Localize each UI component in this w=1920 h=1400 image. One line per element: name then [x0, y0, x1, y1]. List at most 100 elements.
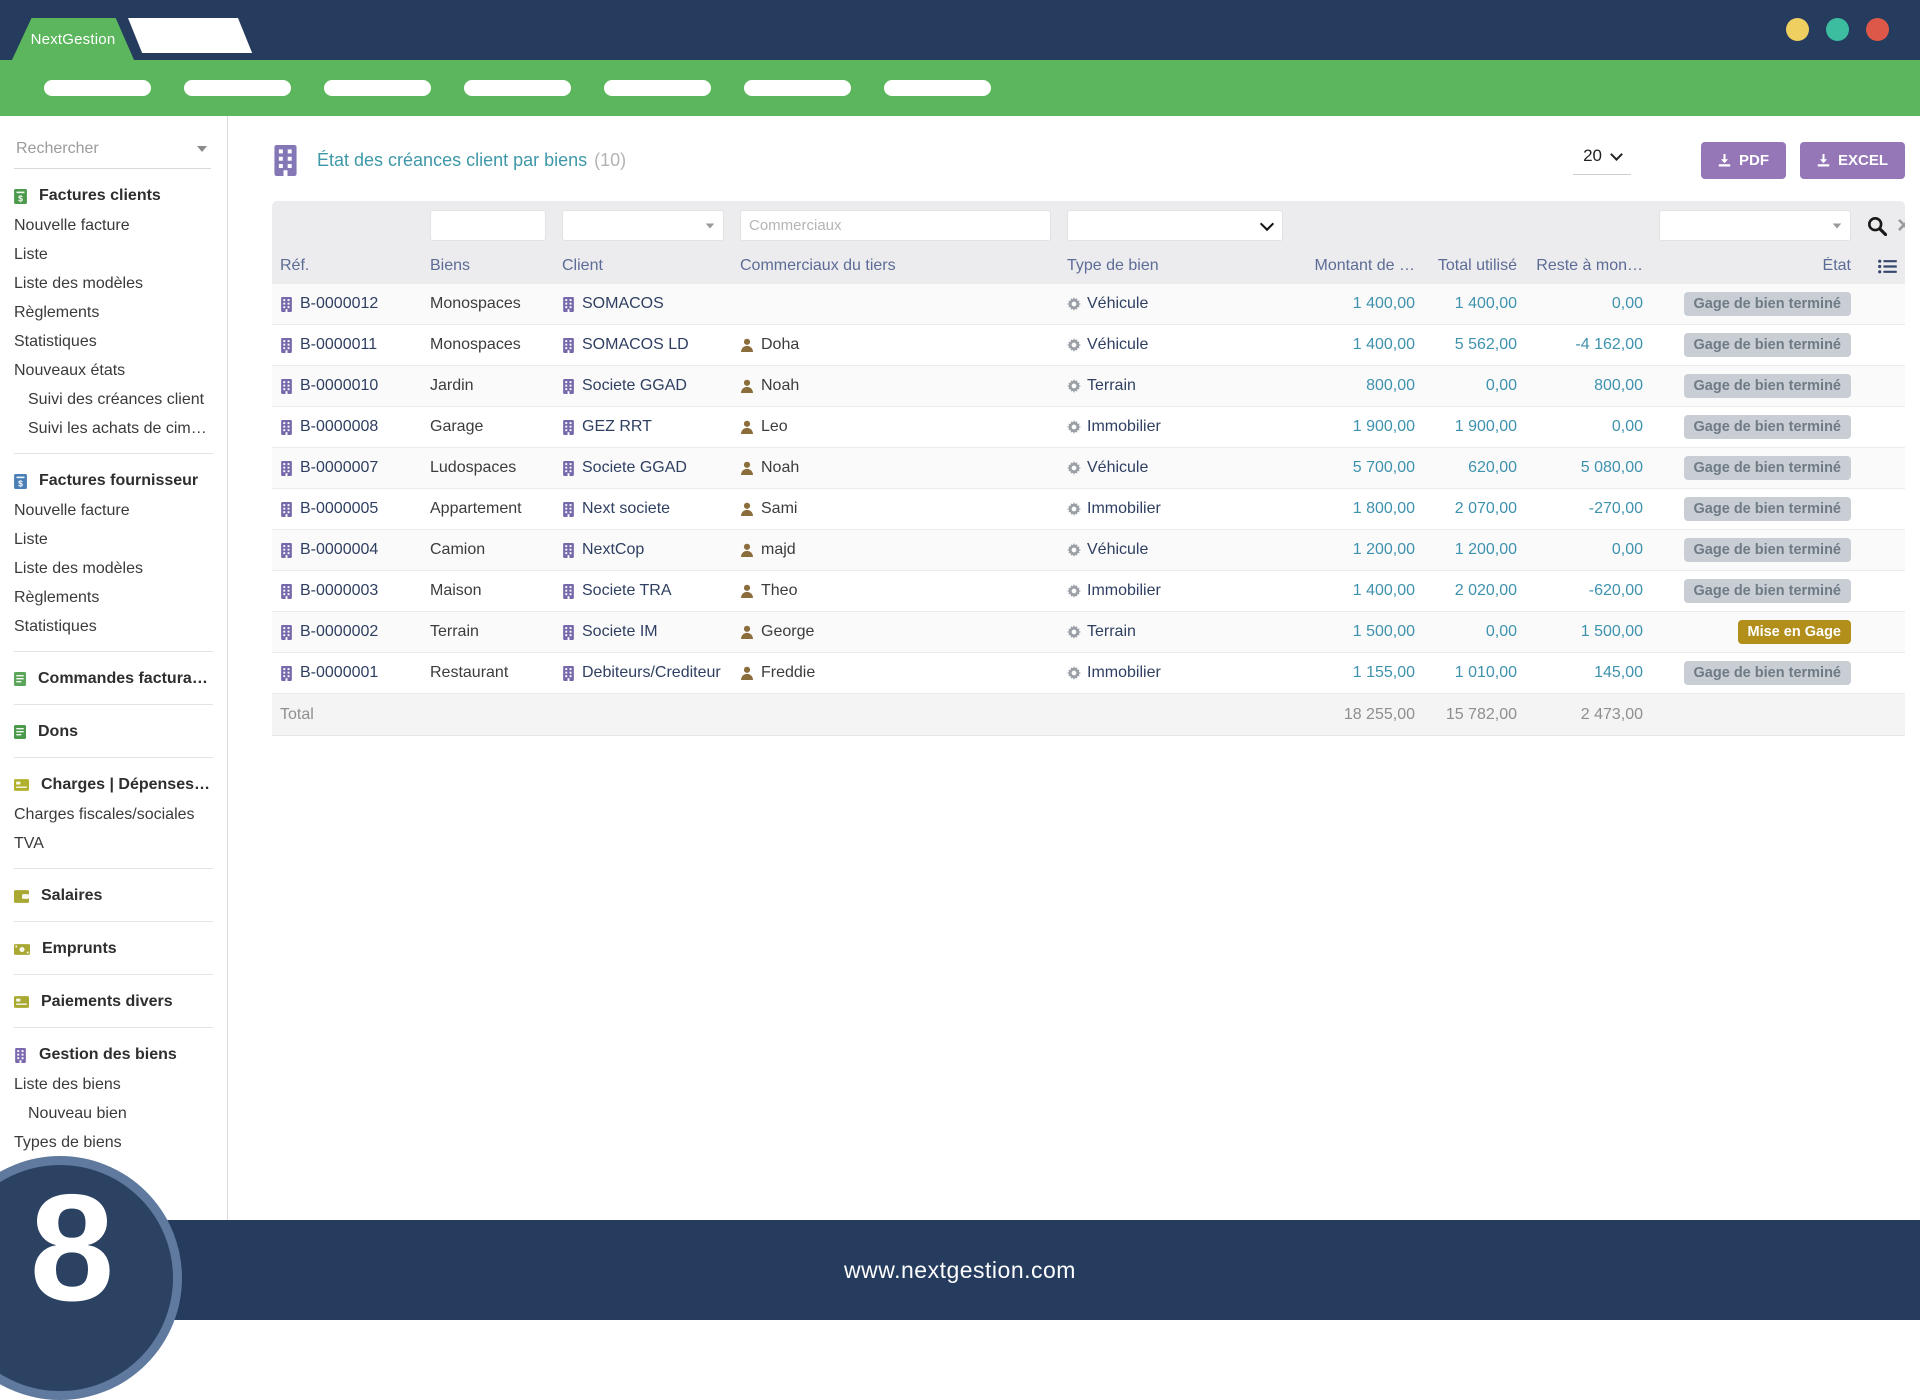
sidebar-item-nouvelle-facture[interactable]: Nouvelle facture: [0, 211, 227, 240]
sidebar-item-tva[interactable]: TVA: [0, 829, 227, 858]
nav-menu-item-5[interactable]: [604, 80, 711, 96]
nav-menu-item-1[interactable]: [44, 80, 151, 96]
sidebar-item-liste[interactable]: Liste: [0, 525, 227, 554]
column-header-type-de-bien[interactable]: Type de bien: [1059, 257, 1291, 275]
sidebar-item-suivi-les-achats-de-cim[interactable]: Suivi les achats de cim…: [0, 414, 227, 443]
column-header-commerciaux-du-tiers[interactable]: Commerciaux du tiers: [732, 257, 1059, 275]
etat-filter-select[interactable]: [1659, 210, 1851, 241]
clear-filters-icon[interactable]: ×: [1897, 214, 1905, 238]
sidebar-item-charges-fiscales-sociales[interactable]: Charges fiscales/sociales: [0, 800, 227, 829]
table-row[interactable]: B-0000002 Terrain Societe IM George Terr…: [272, 612, 1905, 653]
sidebar-item-liste-des-biens[interactable]: Liste des biens: [0, 1070, 227, 1099]
sidebar-section-charges-depenses[interactable]: Charges | Dépenses…: [0, 768, 227, 800]
sidebar-item-liste-des-modeles[interactable]: Liste des modèles: [0, 269, 227, 298]
sidebar-item-reglements[interactable]: Règlements: [0, 298, 227, 327]
table-row[interactable]: B-0000003 Maison Societe TRA Theo Immobi…: [272, 571, 1905, 612]
table-row[interactable]: B-0000007 Ludospaces Societe GGAD Noah V…: [272, 448, 1905, 489]
person-icon: [740, 502, 754, 516]
column-header-montant-de[interactable]: Montant de …: [1291, 257, 1423, 275]
client-filter-select[interactable]: [562, 210, 724, 241]
status-badge: Gage de bien terminé: [1684, 497, 1851, 522]
table-row[interactable]: B-0000005 Appartement Next societe Sami …: [272, 489, 1905, 530]
row-utilise: 2 070,00: [1455, 500, 1517, 518]
column-header-etat[interactable]: État: [1651, 257, 1859, 275]
sidebar-section-paiements-divers[interactable]: Paiements divers: [0, 985, 227, 1017]
row-reste: 145,00: [1594, 664, 1643, 682]
chevron-down-icon: [1833, 223, 1842, 228]
list-view-icon[interactable]: [1878, 259, 1897, 274]
sidebar-item-nouvelle-facture[interactable]: Nouvelle facture: [0, 496, 227, 525]
sidebar-item-liste[interactable]: Liste: [0, 240, 227, 269]
column-header-biens[interactable]: Biens: [422, 257, 554, 275]
sidebar-item-statistiques[interactable]: Statistiques: [0, 327, 227, 356]
column-header-total-utilise[interactable]: Total utilisé: [1423, 257, 1525, 275]
sidebar-section-factures-fournisseur[interactable]: $Factures fournisseur: [0, 464, 227, 496]
building-icon: [280, 461, 293, 476]
sidebar-item-nouveau-bien[interactable]: Nouveau bien: [0, 1099, 227, 1128]
row-montant: 1 400,00: [1353, 336, 1415, 354]
secondary-tab[interactable]: [128, 18, 252, 53]
column-header-client[interactable]: Client: [554, 257, 732, 275]
status-badge: Gage de bien terminé: [1684, 456, 1851, 481]
row-utilise: 0,00: [1486, 623, 1517, 641]
sidebar-section-factures-clients[interactable]: $Factures clients: [0, 179, 227, 211]
row-ref: B-0000004: [300, 541, 378, 559]
building-icon: [562, 297, 575, 312]
sidebar-search-select[interactable]: Rechercher: [14, 132, 211, 169]
window-dot-teal[interactable]: [1826, 18, 1849, 41]
building-icon: [280, 584, 293, 599]
column-header-reste-a-mon[interactable]: Reste à mon…: [1525, 257, 1651, 275]
window-dot-red[interactable]: [1866, 18, 1889, 41]
table-row[interactable]: B-0000010 Jardin Societe GGAD Noah Terra…: [272, 366, 1905, 407]
wallet-icon: [14, 890, 29, 903]
sidebar-item-liste-des-modeles[interactable]: Liste des modèles: [0, 554, 227, 583]
sidebar-section-dons[interactable]: Dons: [0, 715, 227, 747]
sidebar-section-salaires[interactable]: Salaires: [0, 879, 227, 911]
row-bien: Monospaces: [430, 295, 521, 313]
row-utilise: 1 400,00: [1455, 295, 1517, 313]
biens-filter-input[interactable]: [430, 210, 546, 241]
table-row[interactable]: B-0000001 Restaurant Debiteurs/Crediteur…: [272, 653, 1905, 694]
table-row[interactable]: B-0000011 Monospaces SOMACOS LD Doha Véh…: [272, 325, 1905, 366]
row-type: Terrain: [1087, 623, 1136, 641]
row-commercial: Doha: [761, 336, 799, 354]
type-de-bien-filter-select[interactable]: [1067, 210, 1283, 241]
sidebar-section-gestion-des-biens[interactable]: Gestion des biens: [0, 1038, 227, 1070]
table-row[interactable]: B-0000008 Garage GEZ RRT Leo Immobilier …: [272, 407, 1905, 448]
brand-tab[interactable]: NextGestion: [12, 18, 134, 60]
gear-icon: [1067, 461, 1081, 475]
sidebar-item-statistiques[interactable]: Statistiques: [0, 612, 227, 641]
sidebar-section-emprunts[interactable]: Emprunts: [0, 932, 227, 964]
column-header-ref[interactable]: Réf.: [272, 257, 422, 275]
chevron-down-icon: [1260, 216, 1274, 230]
sidebar-item-reglements[interactable]: Règlements: [0, 583, 227, 612]
nav-menu-item-7[interactable]: [884, 80, 991, 96]
divider: [14, 1027, 213, 1028]
nav-menu-item-4[interactable]: [464, 80, 571, 96]
search-icon[interactable]: [1867, 216, 1887, 236]
sidebar-section-label: Emprunts: [42, 940, 117, 958]
page-size-select[interactable]: 20: [1573, 146, 1631, 175]
pdf-export-button[interactable]: PDF: [1701, 142, 1786, 179]
person-icon: [740, 461, 754, 475]
building-icon: [562, 420, 575, 435]
nav-menu-item-6[interactable]: [744, 80, 851, 96]
building-icon: [562, 625, 575, 640]
status-badge: Mise en Gage: [1738, 620, 1851, 645]
sidebar-item-suivi-des-creances-client[interactable]: Suivi des créances client: [0, 385, 227, 414]
table-row[interactable]: B-0000004 Camion NextCop majd Véhicule 1…: [272, 530, 1905, 571]
nav-menu-item-3[interactable]: [324, 80, 431, 96]
divider: [14, 921, 213, 922]
building-icon: [14, 1048, 27, 1063]
table-row[interactable]: B-0000012 Monospaces SOMACOS Véhicule 1 …: [272, 284, 1905, 325]
sidebar-section-commandes-factura[interactable]: Commandes factura…: [0, 662, 227, 694]
main-content: État des créances client par biens (10) …: [228, 116, 1920, 1220]
commerciaux-filter-input[interactable]: [740, 210, 1051, 241]
nav-menu-item-2[interactable]: [184, 80, 291, 96]
sidebar-item-types-de-biens[interactable]: Types de biens: [0, 1128, 227, 1157]
excel-export-button[interactable]: EXCEL: [1800, 142, 1905, 179]
sidebar-item-nouveaux-etats[interactable]: Nouveaux états: [0, 356, 227, 385]
window-dot-yellow[interactable]: [1786, 18, 1809, 41]
chevron-down-icon: [706, 223, 715, 228]
person-icon: [740, 379, 754, 393]
